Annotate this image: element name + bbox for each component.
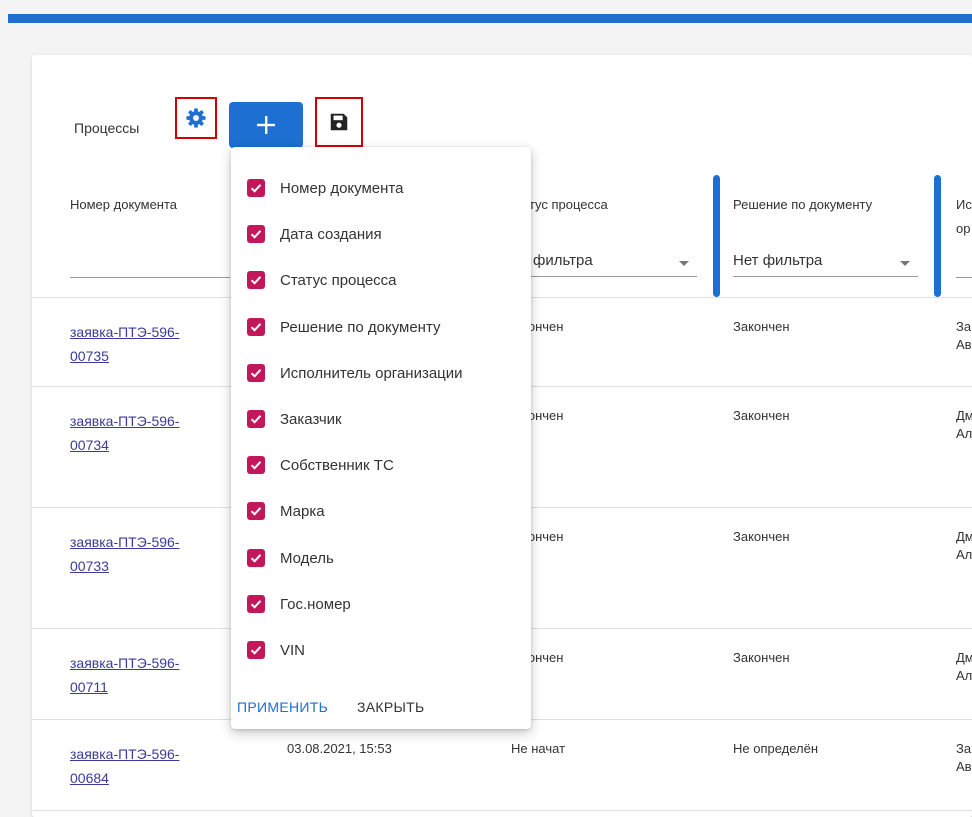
doc-number-link[interactable]: 00684 xyxy=(70,766,109,790)
column-option-doc-number[interactable]: Номер документа xyxy=(247,175,403,201)
checkbox-checked[interactable] xyxy=(247,179,265,197)
process-status: Не начат xyxy=(511,741,566,756)
check-icon xyxy=(250,415,262,424)
document-decision: Закончен xyxy=(733,650,790,665)
checkbox-checked[interactable] xyxy=(247,641,265,659)
executor-name: За xyxy=(956,319,972,334)
executor-name-line2: Ал xyxy=(956,668,972,683)
doc-number-link[interactable]: 00711 xyxy=(70,675,108,699)
column-option-label: Решение по документу xyxy=(280,318,441,336)
status-filter-value: т фильтра xyxy=(522,252,593,269)
executor-name-line2: Ав xyxy=(956,759,972,774)
floppy-disk-icon xyxy=(330,113,348,131)
column-option-plate[interactable]: Гос.номер xyxy=(247,591,351,617)
decision-filter-value: Нет фильтра xyxy=(733,252,823,269)
executor-name: За xyxy=(956,741,972,756)
plus-icon xyxy=(257,116,275,134)
check-icon xyxy=(250,276,262,285)
checkbox-checked[interactable] xyxy=(247,595,265,613)
column-option-label: Модель xyxy=(280,549,334,567)
column-option-label: Заказчик xyxy=(280,410,342,428)
checkbox-checked[interactable] xyxy=(247,502,265,520)
checkbox-checked[interactable] xyxy=(247,271,265,289)
executor-name-line2: Ал xyxy=(956,547,972,562)
column-option-created[interactable]: Дата создания xyxy=(247,221,382,247)
checkbox-checked[interactable] xyxy=(247,549,265,567)
document-decision: Закончен xyxy=(733,408,790,423)
column-resize-handle[interactable] xyxy=(934,175,941,297)
status-filter-select[interactable]: т фильтра xyxy=(522,251,697,277)
column-option-vin[interactable]: VIN xyxy=(247,637,305,663)
checkbox-checked[interactable] xyxy=(247,410,265,428)
apply-button[interactable]: ПРИМЕНИТЬ xyxy=(237,699,328,715)
column-visibility-menu: Номер документа Дата создания Статус про… xyxy=(231,147,531,729)
close-button[interactable]: ЗАКРЫТЬ xyxy=(357,699,425,715)
executor-name-line2: Ал xyxy=(956,426,972,441)
row-divider xyxy=(32,810,972,811)
column-option-model[interactable]: Модель xyxy=(247,545,334,571)
check-icon xyxy=(250,507,262,516)
column-option-customer[interactable]: Заказчик xyxy=(247,406,342,432)
column-option-decision[interactable]: Решение по документу xyxy=(247,314,441,340)
checkbox-checked[interactable] xyxy=(247,364,265,382)
column-option-label: Дата создания xyxy=(280,225,382,243)
column-option-label: Собственник ТС xyxy=(280,456,394,474)
chevron-down-icon xyxy=(679,261,689,266)
executor-filter-line[interactable] xyxy=(956,277,972,278)
doc-number-link[interactable]: заявка-ПТЭ-596- xyxy=(70,530,179,554)
doc-number-link[interactable]: заявка-ПТЭ-596- xyxy=(70,742,179,766)
doc-number-link[interactable]: 00734 xyxy=(70,433,109,457)
doc-number-link[interactable]: 00735 xyxy=(70,344,109,368)
check-icon xyxy=(250,323,262,332)
check-icon xyxy=(250,184,262,193)
created-date: 03.08.2021, 15:53 xyxy=(287,741,392,756)
page-title: Процессы xyxy=(74,120,140,136)
check-icon xyxy=(250,230,262,239)
doc-number-link[interactable]: заявка-ПТЭ-596- xyxy=(70,409,179,433)
check-icon xyxy=(250,646,262,655)
column-option-label: Гос.номер xyxy=(280,595,351,613)
column-option-brand[interactable]: Марка xyxy=(247,498,325,524)
check-icon xyxy=(250,554,262,563)
table-row: заявка-ПТЭ-596- 00684 03.08.2021, 15:53 … xyxy=(32,720,972,810)
column-option-label: Номер документа xyxy=(280,179,404,197)
column-header-doc-number[interactable]: Номер документа xyxy=(70,193,177,217)
checkbox-checked[interactable] xyxy=(247,318,265,336)
gear-icon xyxy=(186,108,206,128)
executor-name: Дм xyxy=(956,408,972,423)
document-decision: Закончен xyxy=(733,529,790,544)
doc-number-link[interactable]: 00733 xyxy=(70,554,109,578)
column-option-owner[interactable]: Собственник ТС xyxy=(247,452,394,478)
checkbox-checked[interactable] xyxy=(247,225,265,243)
column-option-status[interactable]: Статус процесса xyxy=(247,267,397,293)
save-button[interactable] xyxy=(315,97,363,147)
column-header-executor[interactable]: Ис xyxy=(956,193,972,217)
check-icon xyxy=(250,600,262,609)
executor-name: Дм xyxy=(956,650,972,665)
column-settings-button[interactable] xyxy=(175,97,217,139)
column-header-status[interactable]: атус процесса xyxy=(522,193,608,217)
checkbox-checked[interactable] xyxy=(247,456,265,474)
document-decision: Закончен xyxy=(733,319,790,334)
column-header-decision[interactable]: Решение по документу xyxy=(733,193,872,217)
executor-name-line2: Ав xyxy=(956,337,972,352)
column-option-label: VIN xyxy=(280,641,306,659)
check-icon xyxy=(250,461,262,470)
top-accent-bar xyxy=(8,14,972,23)
column-option-label: Статус процесса xyxy=(280,271,397,289)
document-decision: Не определён xyxy=(733,741,819,756)
doc-number-link[interactable]: заявка-ПТЭ-596- xyxy=(70,651,179,675)
column-header-executor-line2: ор xyxy=(956,221,971,236)
decision-filter-select[interactable]: Нет фильтра xyxy=(733,251,918,277)
column-option-label: Исполнитель организации xyxy=(280,364,463,382)
column-resize-handle[interactable] xyxy=(713,175,720,297)
doc-number-link[interactable]: заявка-ПТЭ-596- xyxy=(70,320,179,344)
add-process-button[interactable] xyxy=(229,102,303,148)
column-option-executor[interactable]: Исполнитель организации xyxy=(247,360,463,386)
chevron-down-icon xyxy=(900,261,910,266)
column-option-label: Марка xyxy=(280,502,325,520)
check-icon xyxy=(250,369,262,378)
doc-number-filter-line[interactable] xyxy=(70,277,230,278)
executor-name: Дм xyxy=(956,529,972,544)
